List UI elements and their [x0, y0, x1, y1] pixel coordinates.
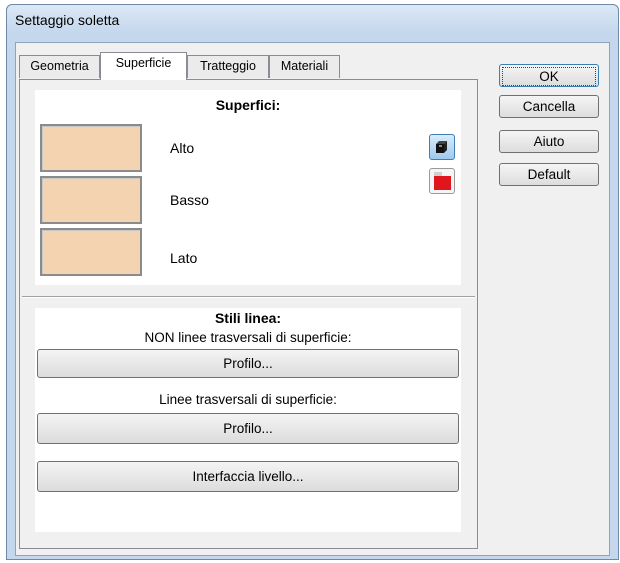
default-button[interactable]: Default — [499, 163, 599, 186]
3d-cube-icon[interactable] — [429, 134, 455, 160]
window-title: Settaggio soletta — [15, 12, 120, 28]
surfaces-heading: Superfici: — [215, 97, 281, 113]
tab-superficie[interactable]: Superficie — [100, 52, 187, 80]
help-button[interactable]: Aiuto — [499, 130, 599, 153]
swatch-lato[interactable] — [40, 228, 142, 276]
line-styles-group: Stili linea: NON linee trasversali di su… — [35, 308, 461, 532]
dialog-client: Geometria Superficie Tratteggio Material… — [15, 42, 610, 556]
swatch-basso[interactable] — [40, 176, 142, 224]
cross-lines-label: Linee trasversali di superficie: — [159, 392, 337, 407]
label-basso: Basso — [170, 192, 209, 208]
swatch-alto[interactable] — [40, 124, 142, 172]
non-cross-lines-label: NON linee trasversali di superficie: — [144, 330, 352, 345]
label-lato: Lato — [170, 250, 198, 266]
section-divider — [22, 296, 475, 298]
ok-button[interactable]: OK — [499, 64, 599, 87]
title-bar[interactable]: Settaggio soletta — [7, 5, 618, 35]
ok-button-label: OK — [502, 67, 596, 86]
tab-geometria[interactable]: Geometria — [19, 55, 100, 78]
surfaces-group: Superfici: Alto Basso Lato — [35, 90, 461, 285]
tab-panel-superficie: Superfici: Alto Basso Lato Stili linea: … — [19, 79, 478, 549]
dialog-window: Settaggio soletta Geometria Superficie T… — [6, 4, 619, 560]
color-red-icon[interactable] — [429, 168, 455, 194]
cross-profile-button[interactable]: Profilo... — [37, 413, 459, 444]
cancel-button[interactable]: Cancella — [499, 95, 599, 118]
tab-materiali[interactable]: Materiali — [269, 55, 340, 78]
tab-tratteggio[interactable]: Tratteggio — [187, 55, 269, 78]
line-styles-heading: Stili linea: — [214, 310, 282, 326]
non-cross-profile-button[interactable]: Profilo... — [37, 349, 459, 378]
label-alto: Alto — [170, 140, 195, 156]
interface-level-button[interactable]: Interfaccia livello... — [37, 461, 459, 492]
